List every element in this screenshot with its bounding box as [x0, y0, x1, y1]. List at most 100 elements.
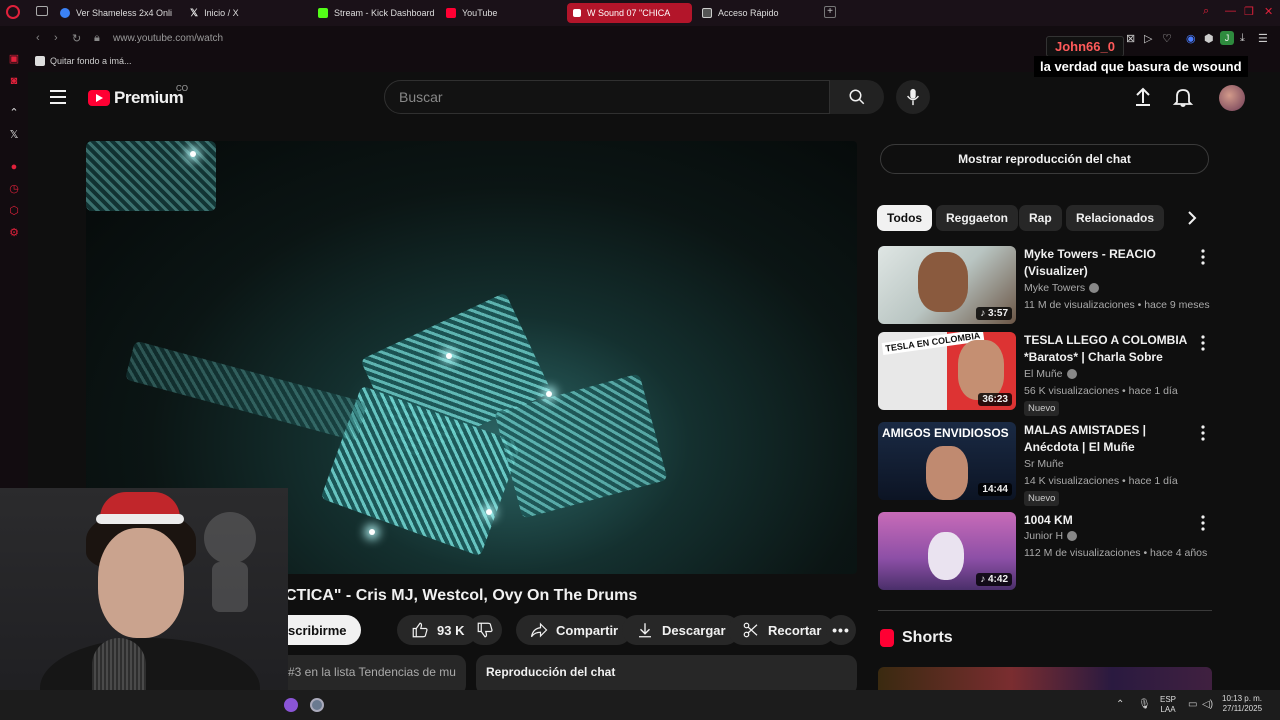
youtube-premium-logo[interactable]: Premium CO: [88, 84, 188, 108]
channel-name[interactable]: Myke Towers: [1024, 282, 1100, 294]
search-button[interactable]: [830, 80, 884, 114]
maximize-icon[interactable]: ❐: [1244, 5, 1254, 18]
puzzle-icon[interactable]: ⬢: [1204, 32, 1214, 45]
recommendation-title[interactable]: MALAS AMISTADES | Anécdota | El Muñe: [1024, 422, 1194, 456]
country-code: CO: [176, 84, 188, 93]
like-button[interactable]: 93 K: [397, 615, 479, 645]
heart-icon[interactable]: ♡: [1162, 32, 1172, 45]
video-meta: 11 M de visualizaciones • hace 9 meses: [1024, 299, 1210, 311]
chip-reggaeton[interactable]: Reggaeton: [936, 205, 1019, 231]
recommendation-title[interactable]: 1004 KM: [1024, 512, 1194, 529]
camera-icon[interactable]: ⊠: [1126, 32, 1135, 45]
close-icon[interactable]: ✕: [1264, 5, 1273, 18]
video-frame-jewel: [124, 340, 368, 442]
duration-badge: 36:23: [978, 393, 1012, 406]
channel-name[interactable]: Junior H: [1024, 530, 1078, 542]
search-tabs-icon[interactable]: ⌕: [1203, 5, 1209, 18]
download-icon[interactable]: ⤓: [1240, 32, 1245, 45]
tab-youtube[interactable]: YouTube: [446, 3, 556, 23]
tab-shameless[interactable]: Ver Shameless 2x4 Onlin: [60, 3, 172, 23]
extensions-icon[interactable]: ⬡: [7, 204, 21, 218]
voice-search-button[interactable]: [896, 80, 930, 114]
chip-rap[interactable]: Rap: [1019, 205, 1062, 231]
channel-name[interactable]: El Muñe: [1024, 368, 1077, 380]
url-field[interactable]: www.youtube.com/watch: [113, 33, 223, 44]
new-tab-button[interactable]: +: [824, 6, 836, 18]
more-actions-button[interactable]: •••: [826, 615, 856, 645]
shorts-heading: Shorts: [880, 629, 953, 647]
more-vertical-icon[interactable]: [1200, 249, 1206, 265]
tray-mic-icon[interactable]: 🎙︎: [1138, 699, 1151, 710]
search-input[interactable]: [385, 81, 829, 113]
tab-menu-icon[interactable]: [36, 6, 48, 16]
x-sidebar-icon[interactable]: 𝕏: [7, 128, 21, 142]
thumbs-down-icon: [477, 622, 493, 638]
volume-icon[interactable]: ◁): [1202, 699, 1213, 710]
download-button[interactable]: Descargar: [622, 615, 740, 645]
language-indicator[interactable]: ESP LAA: [1160, 695, 1176, 715]
clip-button[interactable]: Recortar: [728, 615, 836, 645]
instagram-icon[interactable]: ◙: [7, 74, 21, 88]
profile-icon[interactable]: J: [1220, 31, 1234, 45]
more-vertical-icon[interactable]: [1200, 515, 1206, 531]
play-icon[interactable]: ▷: [1144, 32, 1152, 45]
chip-label: Todos: [887, 211, 923, 225]
share-button[interactable]: Compartir: [516, 615, 633, 645]
more-vertical-icon[interactable]: [1200, 425, 1206, 441]
chat-replay-panel[interactable]: Reproducción del chat: [476, 655, 857, 690]
more-vertical-icon[interactable]: [1200, 335, 1206, 351]
tab-kick[interactable]: Stream - Kick Dashboard: [318, 3, 438, 23]
settings-taskbar-icon[interactable]: [310, 698, 324, 712]
back-icon[interactable]: ‹: [36, 32, 40, 44]
easy-setup-icon[interactable]: ☰: [1258, 32, 1268, 45]
recommendation-item[interactable]: ♪ 3:57 Myke Towers - REACIO (Visualizer)…: [878, 246, 1218, 326]
chip-relacionados[interactable]: Relacionados: [1066, 205, 1165, 231]
vpn-icon[interactable]: ◉: [1186, 32, 1196, 45]
shorts-label: Shorts: [902, 629, 953, 646]
bookmark-item[interactable]: Quitar fondo a imá...: [35, 56, 132, 66]
video-thumbnail[interactable]: ♪ 4:42: [878, 512, 1016, 590]
forward-icon[interactable]: ›: [54, 32, 58, 44]
upload-icon[interactable]: [1132, 86, 1154, 108]
recommendation-title[interactable]: Myke Towers - REACIO (Visualizer): [1024, 246, 1194, 280]
video-thumbnail[interactable]: AMIGOS ENVIDIOSOS 14:44: [878, 422, 1016, 500]
kick-logo-icon: [318, 8, 328, 18]
music-icon[interactable]: ●: [7, 160, 21, 174]
app-taskbar-icon[interactable]: [284, 698, 298, 712]
chevron-right-icon[interactable]: [1183, 209, 1201, 227]
aria-icon[interactable]: ⌃: [7, 106, 21, 120]
show-chat-replay-button[interactable]: Mostrar reproducción del chat: [880, 144, 1209, 174]
network-icon[interactable]: ▭: [1188, 699, 1197, 710]
recommendation-title[interactable]: TESLA LLEGO A COLOMBIA *Baratos* | Charl…: [1024, 332, 1194, 366]
clock[interactable]: 10:13 p. m. 27/11/2025: [1222, 694, 1262, 714]
shorts-thumbnails[interactable]: [878, 667, 1212, 690]
chip-todos[interactable]: Todos: [877, 205, 933, 231]
hamburger-menu-icon[interactable]: [50, 90, 66, 104]
tab-x[interactable]: 𝕏 Inicio / X: [190, 3, 300, 23]
video-thumbnail[interactable]: TESLA EN COLOMBIA 36:23: [878, 332, 1016, 410]
notifications-bell-icon[interactable]: [1172, 86, 1194, 108]
recommendation-item[interactable]: AMIGOS ENVIDIOSOS 14:44 MALAS AMISTADES …: [878, 422, 1218, 506]
thumbnail-text: AMIGOS ENVIDIOSOS: [882, 426, 1009, 440]
account-avatar[interactable]: [1219, 85, 1245, 111]
description-box[interactable]: #3 en la lista Tendencias de mu: [278, 655, 466, 690]
channel-name[interactable]: Sr Muñe: [1024, 458, 1064, 470]
settings-icon[interactable]: ⚙: [7, 226, 21, 240]
history-icon[interactable]: ◷: [7, 182, 21, 196]
reload-icon[interactable]: ↻: [72, 32, 81, 45]
search-icon: [849, 89, 865, 105]
divider: [878, 610, 1212, 611]
video-frame-spark: [369, 529, 375, 535]
video-thumbnail[interactable]: ♪ 3:57: [878, 246, 1016, 324]
dislike-button[interactable]: [468, 615, 502, 645]
messenger-icon[interactable]: ▣: [7, 52, 21, 66]
minimize-icon[interactable]: —: [1225, 5, 1236, 17]
opera-logo-icon[interactable]: [6, 5, 20, 19]
tray-chevron-icon[interactable]: ⌃: [1116, 699, 1124, 710]
tab-wsound-active[interactable]: W Sound 07 "CHICA: [567, 3, 692, 23]
tab-acceso-rapido[interactable]: Acceso Rápido: [702, 3, 812, 23]
browser-tab-bar: Ver Shameless 2x4 Onlin 𝕏 Inicio / X Str…: [0, 0, 1280, 26]
recommendation-item[interactable]: TESLA EN COLOMBIA 36:23 TESLA LLEGO A CO…: [878, 332, 1218, 416]
recommendation-item[interactable]: ♪ 4:42 1004 KM Junior H 112 M de visuali…: [878, 512, 1218, 592]
new-badge: Nuevo: [1024, 491, 1060, 506]
